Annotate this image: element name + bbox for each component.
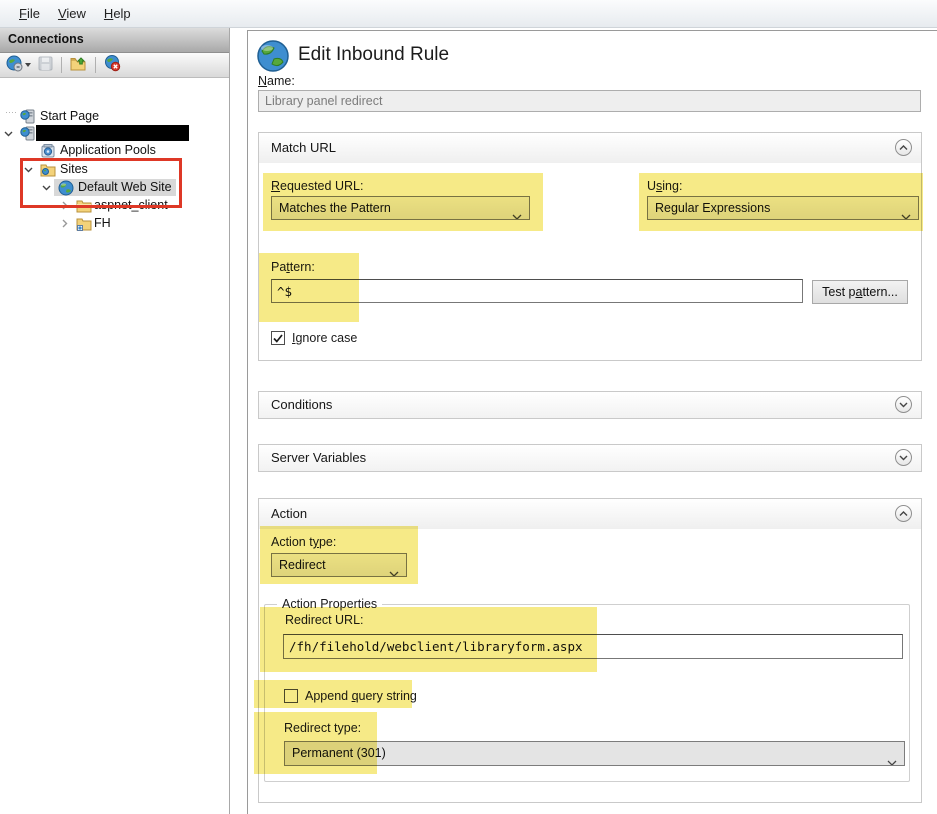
chevron-collapsed-icon[interactable] [59,218,71,230]
ignore-case-label: Ignore case [292,331,357,345]
connections-header: Connections [0,28,229,53]
toolbar-separator [95,57,96,73]
name-input[interactable] [258,90,921,112]
open-folder-icon [70,56,87,75]
chevron-down-icon [389,562,399,577]
sidebar-item-sites[interactable]: Sites [0,161,229,178]
redirect-type-dropdown[interactable]: Permanent (301) [284,741,905,766]
sidebar-item-fh[interactable]: FH [0,215,229,232]
menu-view[interactable]: View [49,3,95,24]
conditions-header[interactable]: Conditions [259,392,921,418]
append-query-string-label: Append query string [305,689,417,703]
sidebar-item-start-page[interactable]: Start Page [0,108,229,125]
chevron-down-icon [887,751,897,766]
chevron-collapsed-icon[interactable] [59,200,71,212]
redirect-url-input[interactable] [283,634,903,659]
sidebar-item-application-pools[interactable]: Application Pools [0,142,229,159]
requested-url-label: Requested URL: [271,179,363,193]
edit-inbound-rule-panel: Edit Inbound Rule Name: Match URL Reques… [247,30,937,814]
conditions-section: Conditions [258,391,922,419]
requested-url-dropdown[interactable]: Matches the Pattern [271,196,530,220]
disconnect-globe-icon [104,55,121,75]
save-icon [38,56,53,74]
action-properties-groupbox: Action Properties Redirect URL: Append q… [264,604,910,782]
menu-bar: File View Help [0,0,937,28]
chevron-down-icon [512,205,522,220]
toolbar-separator [61,57,62,73]
collapse-up-button[interactable] [895,139,912,156]
using-dropdown[interactable]: Regular Expressions [647,196,919,220]
pattern-input[interactable] [271,279,803,303]
save-button[interactable] [36,55,55,75]
redirect-url-label: Redirect URL: [285,613,364,627]
connect-globe-icon [6,55,23,75]
redacted-server-name [36,125,189,141]
collapse-down-button[interactable] [895,396,912,413]
application-pools-icon [40,143,56,159]
match-url-header[interactable]: Match URL [259,133,921,163]
menu-file[interactable]: File [10,3,49,24]
server-page-icon [20,109,36,125]
chevron-expanded-icon[interactable] [41,182,53,194]
using-label: Using: [647,179,682,193]
connect-button[interactable] [4,55,33,75]
append-query-string-checkbox[interactable] [284,689,298,703]
server-variables-header[interactable]: Server Variables [259,445,921,471]
sidebar-item-default-web-site[interactable]: Default Web Site [0,179,229,196]
name-label: Name: [258,74,295,88]
chevron-expanded-icon[interactable] [23,164,35,176]
connections-tree: Start Page Application Pools [0,104,229,810]
chevron-down-icon [901,205,911,220]
app-folder-icon [76,216,92,232]
sidebar-item-server[interactable] [0,125,229,142]
action-type-dropdown[interactable]: Redirect [271,553,407,577]
connections-toolbar [0,53,229,78]
page-title: Edit Inbound Rule [298,44,449,66]
action-section: Action Action type: Redirect Action Prop… [258,498,922,803]
server-icon [20,126,36,142]
action-type-label: Action type: [271,535,336,549]
redirect-type-label: Redirect type: [284,721,361,735]
action-header[interactable]: Action [259,499,921,529]
match-url-section: Match URL Requested URL: Matches the Pat… [258,132,922,361]
disconnect-button[interactable] [102,55,123,75]
pattern-label: Pattern: [271,260,315,274]
url-rewrite-globe-icon [256,39,290,76]
test-pattern-button[interactable]: Test pattern... [812,280,908,304]
open-folder-button[interactable] [68,55,89,75]
sidebar-item-aspnet-client[interactable]: aspnet_client [0,197,229,214]
folder-icon [76,198,92,214]
ignore-case-checkbox[interactable] [271,331,285,345]
connections-panel: Connections [0,28,230,814]
globe-icon [58,180,74,196]
chevron-expanded-icon[interactable] [3,128,15,140]
server-variables-section: Server Variables [258,444,922,472]
sites-folder-icon [40,162,56,178]
menu-help[interactable]: Help [95,3,140,24]
collapse-down-button[interactable] [895,449,912,466]
chevron-down-icon [25,63,31,67]
collapse-up-button[interactable] [895,505,912,522]
action-properties-legend: Action Properties [277,597,382,611]
